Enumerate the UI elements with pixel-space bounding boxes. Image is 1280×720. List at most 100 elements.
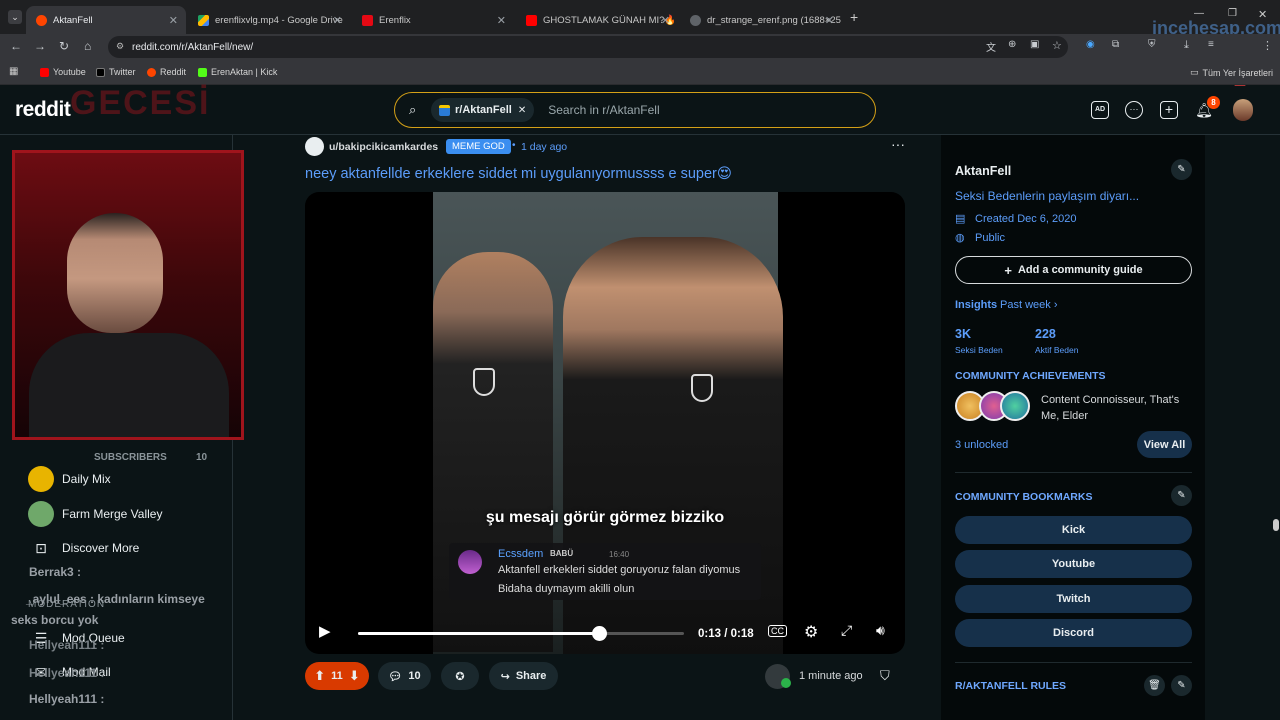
captions-icon[interactable]: CC <box>768 625 787 637</box>
play-icon[interactable]: ▶ <box>319 622 331 640</box>
created-date: Created Dec 6, 2020 <box>975 213 1077 225</box>
chat-avatar <box>458 550 482 574</box>
tab-google-drive[interactable]: erenflixvlg.mp4 - Google Drive ✕ <box>188 6 350 34</box>
url-text: reddit.com/r/AktanFell/new/ <box>132 41 254 53</box>
scrollbar-thumb[interactable] <box>1273 519 1279 531</box>
bookmark-youtube-button[interactable]: Youtube <box>955 550 1192 578</box>
home-icon[interactable]: ⌂ <box>84 39 91 53</box>
rules-heading: R/AKTANFELL RULES <box>955 680 1067 692</box>
close-tab-icon[interactable]: ✕ <box>333 14 342 27</box>
reload-icon[interactable]: ↻ <box>59 39 69 53</box>
maximize-icon[interactable]: ❐ <box>1228 8 1237 19</box>
page-scrollbar[interactable] <box>1272 135 1280 720</box>
upvote-icon[interactable]: ⬆ <box>314 668 325 684</box>
puzzle-icon[interactable]: ⧉ <box>1112 39 1119 50</box>
bookmark-youtube[interactable]: Youtube <box>40 67 86 77</box>
settings-gear-icon[interactable]: ⚙ <box>804 622 818 642</box>
achievement-badge-icon[interactable] <box>1000 391 1030 421</box>
insights-period-dropdown[interactable]: Past week › <box>1000 299 1057 311</box>
stat-online-value: 228 <box>1035 327 1056 341</box>
tab-ghostlamak[interactable]: GHOSTLAMAK GÜNAH MI?🔥 ✕ <box>516 6 678 34</box>
post-time: 1 day ago <box>521 141 568 153</box>
close-tab-icon[interactable]: ✕ <box>169 14 178 27</box>
close-tab-icon[interactable]: ✕ <box>825 14 834 27</box>
post-author[interactable]: u/bakipcikicamkardes <box>329 141 438 153</box>
notification-badge: 8 <box>1207 96 1220 109</box>
forward-icon[interactable]: → <box>34 39 46 53</box>
award-button[interactable]: ✪ <box>441 662 479 690</box>
user-avatar[interactable] <box>1233 99 1253 121</box>
minimize-icon[interactable]: — <box>1194 8 1204 19</box>
post-overflow-icon[interactable]: ··· <box>891 136 905 152</box>
bookmark-kick[interactable]: ErenAktan | Kick <box>198 67 277 77</box>
video-player[interactable]: şu mesajı görür görmez bizziko Ecssdem B… <box>305 192 905 654</box>
google-drive-icon <box>198 14 209 26</box>
chat-line: Hellyeah111 : <box>29 692 105 706</box>
close-window-icon[interactable]: ✕ <box>1258 8 1267 21</box>
view-all-button[interactable]: View All <box>1137 431 1192 458</box>
close-tab-icon[interactable]: ✕ <box>497 14 506 27</box>
community-description: Seksi Bedenlerin paylaşım diyarı... <box>955 189 1140 203</box>
translate-icon[interactable]: 文 <box>986 39 996 54</box>
youtube-icon <box>526 14 537 26</box>
add-community-guide-button[interactable]: + Add a community guide <box>955 256 1192 284</box>
bjk-badge-icon <box>473 368 495 396</box>
youtube-icon <box>40 67 49 77</box>
bookmark-reddit[interactable]: Reddit <box>147 67 186 77</box>
bookmark-twitter[interactable]: Twitter <box>96 67 136 77</box>
bookmark-label: Discord <box>1053 627 1094 639</box>
globe-icon <box>690 14 701 26</box>
fullscreen-icon[interactable]: ⤢ <box>841 622 852 639</box>
edit-community-icon[interactable]: ✎ <box>1171 159 1192 180</box>
author-avatar[interactable] <box>305 137 324 156</box>
comments-button[interactable]: 💬︎ 10 <box>378 662 431 690</box>
bookmark-kick-button[interactable]: Kick <box>955 516 1192 544</box>
unlocked-count: 3 unlocked <box>955 439 1009 451</box>
chip-close-icon[interactable]: ✕ <box>518 105 526 116</box>
mod-shield-icon[interactable]: ⛉ <box>880 668 890 684</box>
all-bookmarks[interactable]: ▭ Tüm Yer İşaretleri <box>1190 67 1273 78</box>
cake-icon: ▤ <box>955 213 966 225</box>
delete-rules-icon[interactable]: 🗑︎ <box>1144 675 1165 696</box>
share-button[interactable]: ↪ Share <box>489 662 558 690</box>
advertise-icon[interactable]: AD <box>1091 101 1109 119</box>
bookmark-discord-button[interactable]: Discord <box>955 619 1192 647</box>
stat-online-label: Aktif Beden <box>1035 345 1079 355</box>
bookmark-star-icon[interactable]: ☆ <box>1052 39 1062 52</box>
create-post-icon[interactable]: + <box>1160 101 1178 119</box>
extension-icon[interactable]: ◉ <box>1086 39 1095 50</box>
downvote-icon[interactable]: ⬇ <box>349 668 360 684</box>
tab-search-icon[interactable]: ⌄ <box>8 10 22 24</box>
url-input[interactable]: ⚙ reddit.com/r/AktanFell/new/ <box>108 36 1068 58</box>
install-app-icon[interactable]: ▣ <box>1030 39 1039 50</box>
reddit-logo[interactable]: reddit <box>15 98 71 122</box>
nav-daily-mix[interactable]: Daily Mix <box>28 466 111 492</box>
nav-farm-merge-valley[interactable]: Farm Merge Valley <box>28 501 162 527</box>
chat-icon[interactable]: ··· <box>1125 101 1143 119</box>
download-icon[interactable]: ⤓ <box>1184 39 1189 52</box>
close-tab-icon[interactable]: ✕ <box>661 14 670 27</box>
tab-aktanfell[interactable]: AktanFell ✕ <box>26 6 186 34</box>
tab-erenflix[interactable]: Erenflix ✕ <box>352 6 514 34</box>
zoom-icon[interactable]: ⊕ <box>1008 39 1016 50</box>
subreddit-search-chip[interactable]: r/AktanFell ✕ <box>431 98 535 122</box>
more-menu-icon[interactable]: ⋮ <box>1262 39 1273 52</box>
post-title[interactable]: neey aktanfellde erkeklere siddet mi uyg… <box>305 166 732 182</box>
back-icon[interactable]: ← <box>10 39 22 53</box>
site-info-icon[interactable]: ⚙ <box>116 41 124 52</box>
vpn-icon[interactable]: ⛨ <box>1148 39 1156 50</box>
new-tab-icon[interactable]: + <box>850 9 858 25</box>
apps-grid-icon[interactable]: ▦ <box>9 66 18 77</box>
edit-rules-icon[interactable]: ✎ <box>1171 675 1192 696</box>
volume-icon[interactable]: 🔊︎ <box>876 622 885 639</box>
bookmark-twitch-button[interactable]: Twitch <box>955 585 1192 613</box>
video-progress-track[interactable] <box>358 626 684 641</box>
playlist-icon[interactable]: ≡ <box>1208 39 1214 50</box>
subreddit-icon <box>439 104 450 116</box>
bookmark-label: Reddit <box>160 67 187 77</box>
edit-bookmarks-icon[interactable]: ✎ <box>1171 485 1192 506</box>
tab-dr-strange[interactable]: dr_strange_erenf.png (1688×25 ✕ <box>680 6 842 34</box>
nav-discover-more[interactable]: ⊡ Discover More <box>28 535 139 561</box>
comment-time: 1 minute ago <box>799 670 863 682</box>
search-input[interactable]: ⌕ r/AktanFell ✕ Search in r/AktanFell <box>394 92 876 128</box>
